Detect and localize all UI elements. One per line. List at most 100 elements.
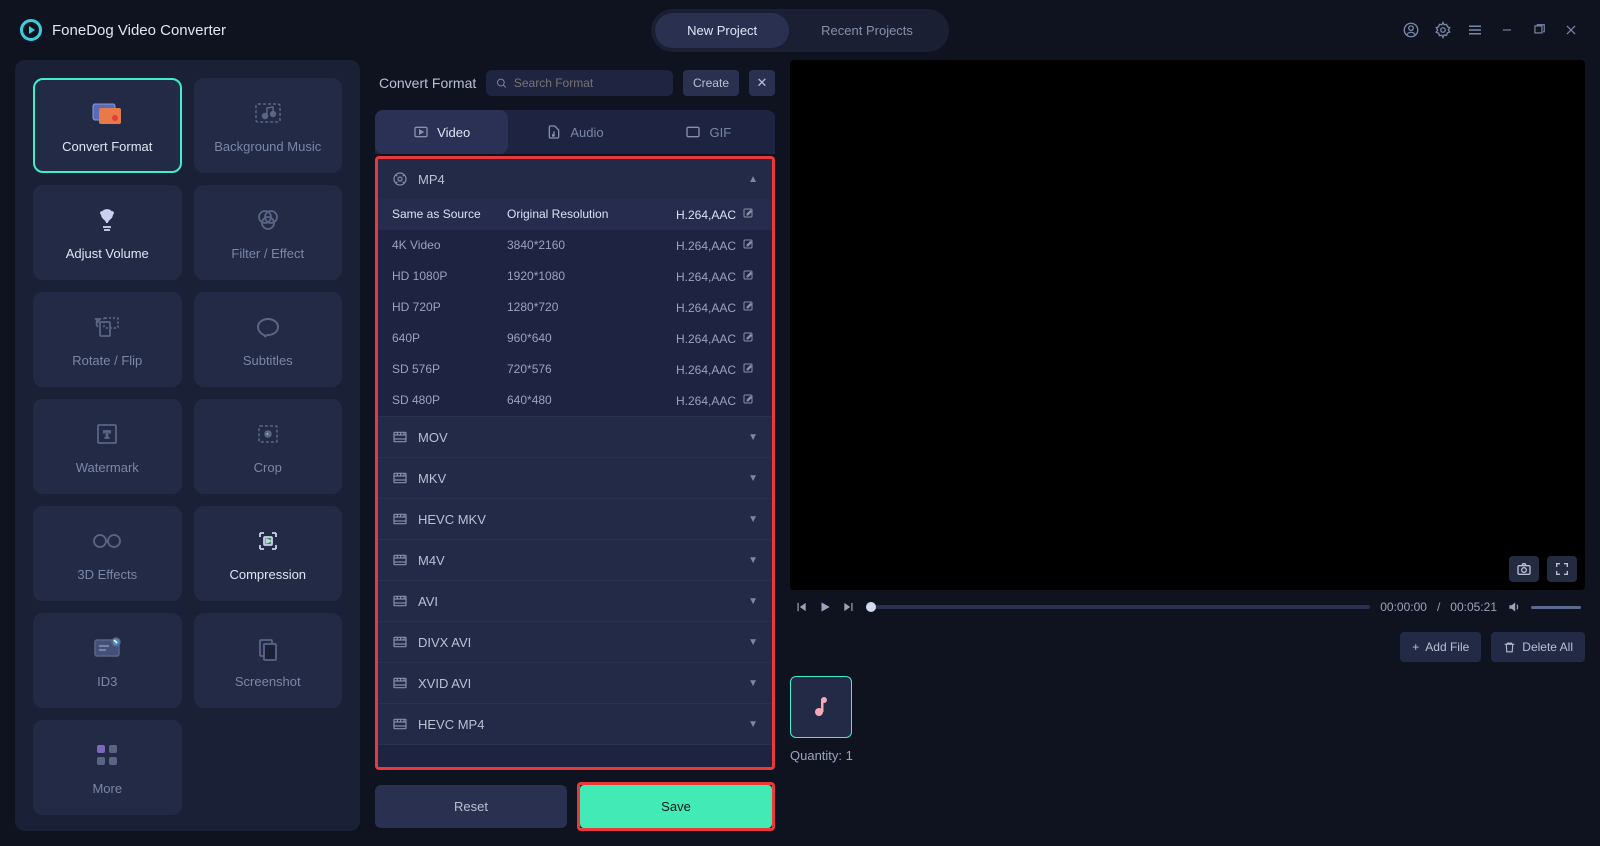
chevron-down-icon: ▼ [748,473,758,484]
format-group-divx-avi: DIVX AVI▼ [378,622,772,663]
tool-id3[interactable]: ID3 [33,613,182,708]
close-icon[interactable] [1562,21,1580,39]
tool-background-music[interactable]: Background Music [194,78,343,173]
edit-icon[interactable] [742,207,754,219]
fullscreen-icon[interactable] [1547,556,1577,582]
screenshot-icon [252,632,284,664]
fmt-tab-gif[interactable]: GIF [642,110,775,154]
chevron-down-icon: ▼ [748,596,758,607]
format-icon [392,675,408,691]
edit-icon[interactable] [742,362,754,374]
minimize-icon[interactable] [1498,21,1516,39]
volume-icon[interactable] [1507,600,1521,614]
3d-effects-icon [91,525,123,557]
format-head[interactable]: DIVX AVI▼ [378,622,772,662]
plus-icon: + [1412,640,1419,654]
tab-new-project[interactable]: New Project [655,13,789,48]
media-thumbnail[interactable] [790,676,852,738]
time-current: 00:00:00 [1380,600,1427,614]
play-icon[interactable] [818,600,832,614]
format-head[interactable]: HEVC MP4▼ [378,704,772,744]
next-icon[interactable] [842,600,856,614]
search-input[interactable] [486,70,673,96]
volume-slider[interactable] [1531,606,1581,609]
format-head[interactable]: MOV▼ [378,417,772,457]
tool-rotate-flip[interactable]: Rotate / Flip [33,292,182,387]
edit-icon[interactable] [742,331,754,343]
tool-label: More [92,781,122,796]
format-row[interactable]: 4K Video3840*2160H.264,AAC [378,230,772,261]
tool-adjust-volume[interactable]: Adjust Volume [33,185,182,280]
format-head[interactable]: AVI▼ [378,581,772,621]
edit-icon[interactable] [742,269,754,281]
delete-all-label: Delete All [1522,640,1573,654]
tool-crop[interactable]: Crop [194,399,343,494]
edit-icon[interactable] [742,238,754,250]
reset-button[interactable]: Reset [375,785,567,828]
save-button[interactable]: Save [580,785,772,828]
tool-more[interactable]: More [33,720,182,815]
tab-recent-projects[interactable]: Recent Projects [789,13,945,48]
tool-subtitles[interactable]: Subtitles [194,292,343,387]
close-panel-icon[interactable]: ✕ [749,70,775,96]
format-head[interactable]: MKV▼ [378,458,772,498]
tool-3d-effects[interactable]: 3D Effects [33,506,182,601]
tool-watermark[interactable]: TWatermark [33,399,182,494]
tool-label: Adjust Volume [66,246,149,261]
create-button[interactable]: Create [683,70,739,96]
fmt-tab-label: Video [437,125,470,140]
watermark-icon: T [91,418,123,450]
account-icon[interactable] [1402,21,1420,39]
tool-label: Subtitles [243,353,293,368]
tool-label: Background Music [214,139,321,154]
format-icon [392,511,408,527]
format-row[interactable]: 640P960*640H.264,AAC [378,323,772,354]
format-head[interactable]: HEVC MKV▼ [378,499,772,539]
tool-convert-format[interactable]: Convert Format [33,78,182,173]
format-group-mkv: MKV▼ [378,458,772,499]
format-head-mp4[interactable]: MP4▲ [378,159,772,199]
menu-icon[interactable] [1466,21,1484,39]
gif-icon [685,124,701,140]
format-row[interactable]: SD 576P720*576H.264,AAC [378,354,772,385]
seek-bar[interactable] [866,605,1370,609]
fmt-tab-video[interactable]: Video [375,110,508,154]
time-total: 00:05:21 [1450,600,1497,614]
video-icon [413,124,429,140]
format-row[interactable]: SD 480P640*480H.264,AAC [378,385,772,416]
format-group-xvid-avi: XVID AVI▼ [378,663,772,704]
format-head[interactable]: XVID AVI▼ [378,663,772,703]
delete-all-button[interactable]: Delete All [1491,632,1585,662]
fmt-tab-audio[interactable]: Audio [508,110,641,154]
format-row[interactable]: HD 720P1280*720H.264,AAC [378,292,772,323]
format-icon [392,634,408,650]
edit-icon[interactable] [742,393,754,405]
app-logo: FoneDog Video Converter [20,19,226,41]
add-file-label: Add File [1425,640,1469,654]
add-file-button[interactable]: + Add File [1400,632,1481,662]
tool-filter-effect[interactable]: Filter / Effect [194,185,343,280]
chevron-up-icon: ▲ [748,174,758,185]
settings-icon[interactable] [1434,21,1452,39]
edit-icon[interactable] [742,300,754,312]
format-group-hevc-mp4: HEVC MP4▼ [378,704,772,745]
convert-panel: Convert Format Create ✕ Video Audio GIF … [375,60,775,831]
tool-label: ID3 [97,674,117,689]
rotate-flip-icon [91,311,123,343]
format-icon [392,470,408,486]
app-title: FoneDog Video Converter [52,22,226,39]
adjust-volume-icon [91,204,123,236]
format-head[interactable]: M4V▼ [378,540,772,580]
format-row[interactable]: HD 1080P1920*1080H.264,AAC [378,261,772,292]
chevron-down-icon: ▼ [748,719,758,730]
mp4-icon [392,171,408,187]
convert-format-icon [91,97,123,129]
maximize-icon[interactable] [1530,21,1548,39]
id3-icon [91,632,123,664]
tool-screenshot[interactable]: Screenshot [194,613,343,708]
more-icon [91,739,123,771]
tool-compression[interactable]: Compression [194,506,343,601]
format-row[interactable]: Same as SourceOriginal ResolutionH.264,A… [378,199,772,230]
camera-icon[interactable] [1509,556,1539,582]
prev-icon[interactable] [794,600,808,614]
